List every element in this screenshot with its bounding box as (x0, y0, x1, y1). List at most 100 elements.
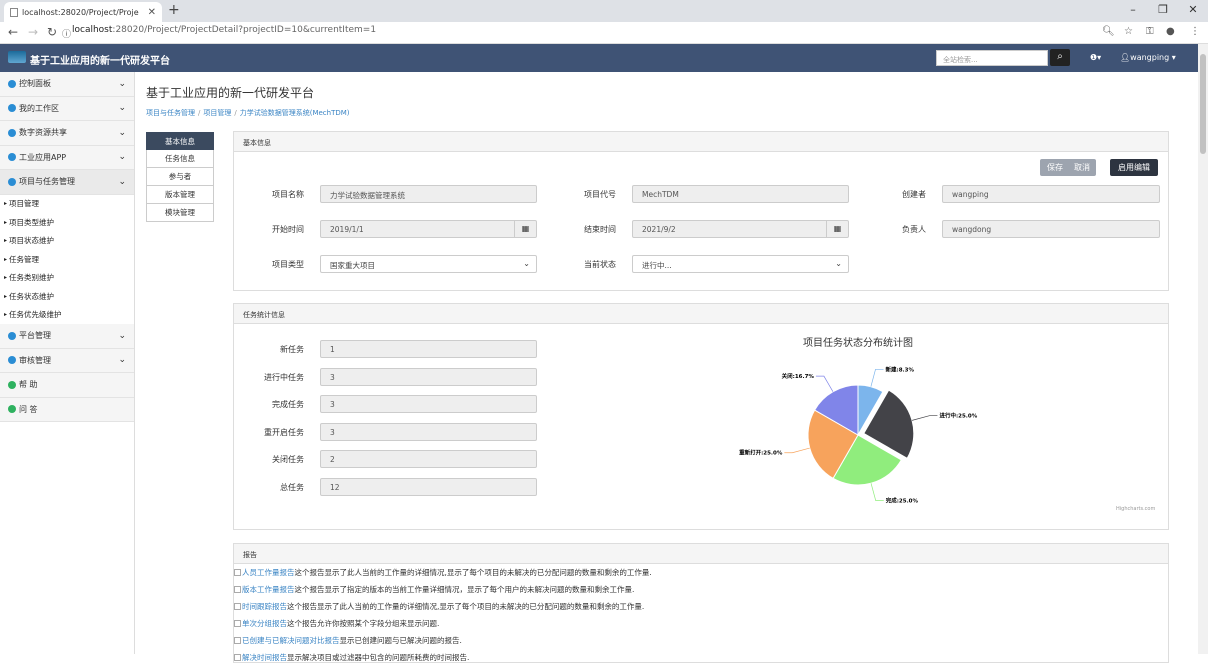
project-type-label: 项目类型 (272, 260, 304, 269)
status-select[interactable]: 进行中... ⌄ (632, 255, 849, 273)
breadcrumb-current[interactable]: 力学试验数据管理系统(MechTDM) (240, 109, 350, 117)
sidebar-item-resources[interactable]: 数字资源共享 ⌄ (0, 121, 134, 146)
stat-value-field[interactable]: 3 (320, 422, 537, 441)
star-icon[interactable]: ☆ (1124, 26, 1133, 37)
sidebar-item-label: 控制面板 (19, 79, 51, 89)
report-icon (234, 586, 241, 593)
stat-value-field[interactable]: 2 (320, 450, 537, 468)
tab-task-info[interactable]: 任务信息 (146, 150, 214, 168)
basic-info-panel: 基本信息 保存 取消 启用编辑 项目名称 力学试验数据管理系统 项目代号 Mec… (233, 131, 1169, 291)
reload-icon[interactable]: ↻ (47, 25, 57, 39)
report-link[interactable]: 人员工作量报告 (242, 567, 295, 578)
report-item: 已创建与已解决问题对比报告 显示已创建问题与已解决问题的报告. (234, 632, 1168, 649)
report-link[interactable]: 单次分组报告 (242, 618, 287, 629)
pie-data-label: 进行中:25.0% (939, 412, 977, 420)
menu-icon[interactable]: ⋮ (1190, 26, 1200, 37)
pie-data-label: 新建:8.3% (886, 365, 915, 373)
stat-value-field[interactable]: 12 (320, 477, 537, 496)
sidebar-subitem-label: 项目管理 (9, 199, 40, 209)
search-input[interactable]: 全站检索... (936, 50, 1048, 66)
search-button[interactable]: ⌕ (1050, 49, 1070, 66)
info-menu-button[interactable]: ❶▾ (1090, 53, 1101, 62)
new-tab-icon[interactable]: + (168, 2, 180, 18)
project-type-value: 国家重大项目 (330, 261, 375, 270)
sidebar-item-help[interactable]: 帮 助 (0, 373, 134, 398)
breadcrumb-link[interactable]: 项目管理 (203, 109, 231, 117)
calendar-icon[interactable]: ▦ (514, 221, 536, 237)
minimize-icon[interactable]: – (1118, 0, 1148, 22)
panel-heading: 基本信息 (234, 132, 1168, 152)
report-description: 这个报告显示了此人当前的工作量的详细情况,显示了每个项目的未解决的已分配问题的数… (294, 568, 652, 577)
calendar-icon[interactable]: ▦ (826, 221, 848, 237)
chevron-down-icon: ⌄ (118, 78, 126, 89)
forward-icon[interactable]: → (28, 25, 38, 39)
report-item: 单次分组报告 这个报告允许你按照某个字段分组来显示问题. (234, 615, 1168, 632)
page-title: 基于工业应用的新一代研发平台 (146, 86, 315, 100)
report-description: 这个报告显示了指定的版本的当前工作量详细情况，显示了每个用户的未解决问题的数量和… (294, 585, 635, 594)
end-date-field[interactable]: 2021/9/2 ▦ (632, 220, 849, 238)
start-date-field[interactable]: 2019/1/1 ▦ (320, 220, 537, 238)
dashboard-icon (8, 79, 16, 88)
project-code-field[interactable]: MechTDM (632, 185, 849, 203)
restore-icon[interactable]: ❐ (1148, 0, 1178, 22)
enable-edit-button[interactable]: 启用编辑 (1110, 159, 1158, 176)
sidebar-item-dashboard[interactable]: 控制面板 ⌄ (0, 72, 134, 97)
logo (8, 51, 26, 63)
sidebar-subitem[interactable]: ▸ 项目类型维护 (0, 213, 134, 232)
browser-tab[interactable]: localhost:28020/Project/Proje ✕ (4, 2, 162, 22)
info-icon[interactable]: ⓘ (62, 27, 71, 40)
breadcrumb: 项目与任务管理 / 项目管理 / 力学试验数据管理系统(MechTDM) (146, 109, 350, 117)
back-icon[interactable]: ← (8, 25, 18, 39)
sidebar-item-qa[interactable]: 问 答 (0, 397, 134, 422)
creator-label: 创建者 (902, 190, 926, 199)
review-icon (8, 356, 16, 365)
stat-value-field[interactable]: 1 (320, 340, 537, 358)
sidebar-subitem-label: 任务管理 (9, 254, 40, 264)
tab-participants[interactable]: 参与者 (146, 168, 214, 186)
pie-data-label: 重新打开:25.0% (739, 449, 783, 457)
user-menu-button[interactable]: 👤︎ wangping ▾ (1120, 53, 1176, 62)
creator-field[interactable]: wangping (942, 185, 1160, 203)
close-window-icon[interactable]: ✕ (1178, 0, 1208, 22)
project-name-field[interactable]: 力学试验数据管理系统 (320, 185, 537, 203)
sidebar-subitem[interactable]: ▸ 任务管理 (0, 250, 134, 269)
sidebar-subitem[interactable]: ▸ 任务优先级维护 (0, 306, 134, 325)
tab-modules[interactable]: 模块管理 (146, 204, 214, 222)
url-host: localhost (72, 25, 113, 35)
sidebar-item-apps[interactable]: 工业应用APP ⌄ (0, 145, 134, 170)
report-item: 时间跟踪报告 这个报告显示了此人当前的工作量的详细情况,显示了每个项目的未解决的已… (234, 598, 1168, 615)
pie-connector (911, 415, 938, 421)
stat-value-field[interactable]: 3 (320, 395, 537, 413)
sidebar-subitem[interactable]: ▸ 项目管理 (0, 195, 134, 214)
sidebar-item-project-tasks[interactable]: 项目与任务管理 ⌄ (0, 170, 134, 195)
sidebar-subitem-label: 项目状态维护 (9, 236, 55, 246)
close-tab-icon[interactable]: ✕ (148, 7, 156, 18)
tab-basic-info[interactable]: 基本信息 (146, 132, 214, 150)
report-link[interactable]: 时间跟踪报告 (242, 601, 287, 612)
stat-label: 完成任务 (272, 400, 304, 409)
report-icon (234, 654, 241, 661)
help-icon (8, 380, 16, 389)
report-link[interactable]: 版本工作量报告 (242, 584, 295, 595)
report-link[interactable]: 已创建与已解决问题对比报告 (242, 635, 340, 646)
cancel-button[interactable]: 取消 (1068, 159, 1096, 176)
settings-icon (8, 331, 16, 340)
sidebar-item-review[interactable]: 审核管理 ⌄ (0, 348, 134, 373)
report-item: 人员工作量报告 这个报告显示了此人当前的工作量的详细情况,显示了每个项目的未解决的… (234, 564, 1168, 581)
zoom-icon[interactable]: 🔍︎ (1102, 26, 1115, 37)
breadcrumb-link[interactable]: 项目与任务管理 (146, 109, 195, 117)
save-button[interactable]: 保存 (1042, 159, 1068, 176)
project-type-select[interactable]: 国家重大项目 ⌄ (320, 255, 537, 273)
tab-versions[interactable]: 版本管理 (146, 186, 214, 204)
url-field[interactable]: localhost:28020/Project/ProjectDetail?pr… (72, 25, 376, 35)
scrollbar-thumb[interactable] (1200, 54, 1206, 154)
owner-field[interactable]: wangdong (942, 220, 1160, 238)
profile-icon[interactable]: ● (1166, 26, 1175, 37)
key-icon[interactable]: ⚿ (1146, 26, 1154, 37)
sidebar-item-workspace[interactable]: 我的工作区 ⌄ (0, 96, 134, 121)
sidebar-subitem[interactable]: ▸ 任务状态维护 (0, 287, 134, 306)
sidebar-subitem[interactable]: ▸ 任务类别维护 (0, 269, 134, 288)
stat-value-field[interactable]: 3 (320, 367, 537, 386)
sidebar-subitem[interactable]: ▸ 项目状态维护 (0, 232, 134, 251)
sidebar-item-platform[interactable]: 平台管理 ⌄ (0, 324, 134, 349)
